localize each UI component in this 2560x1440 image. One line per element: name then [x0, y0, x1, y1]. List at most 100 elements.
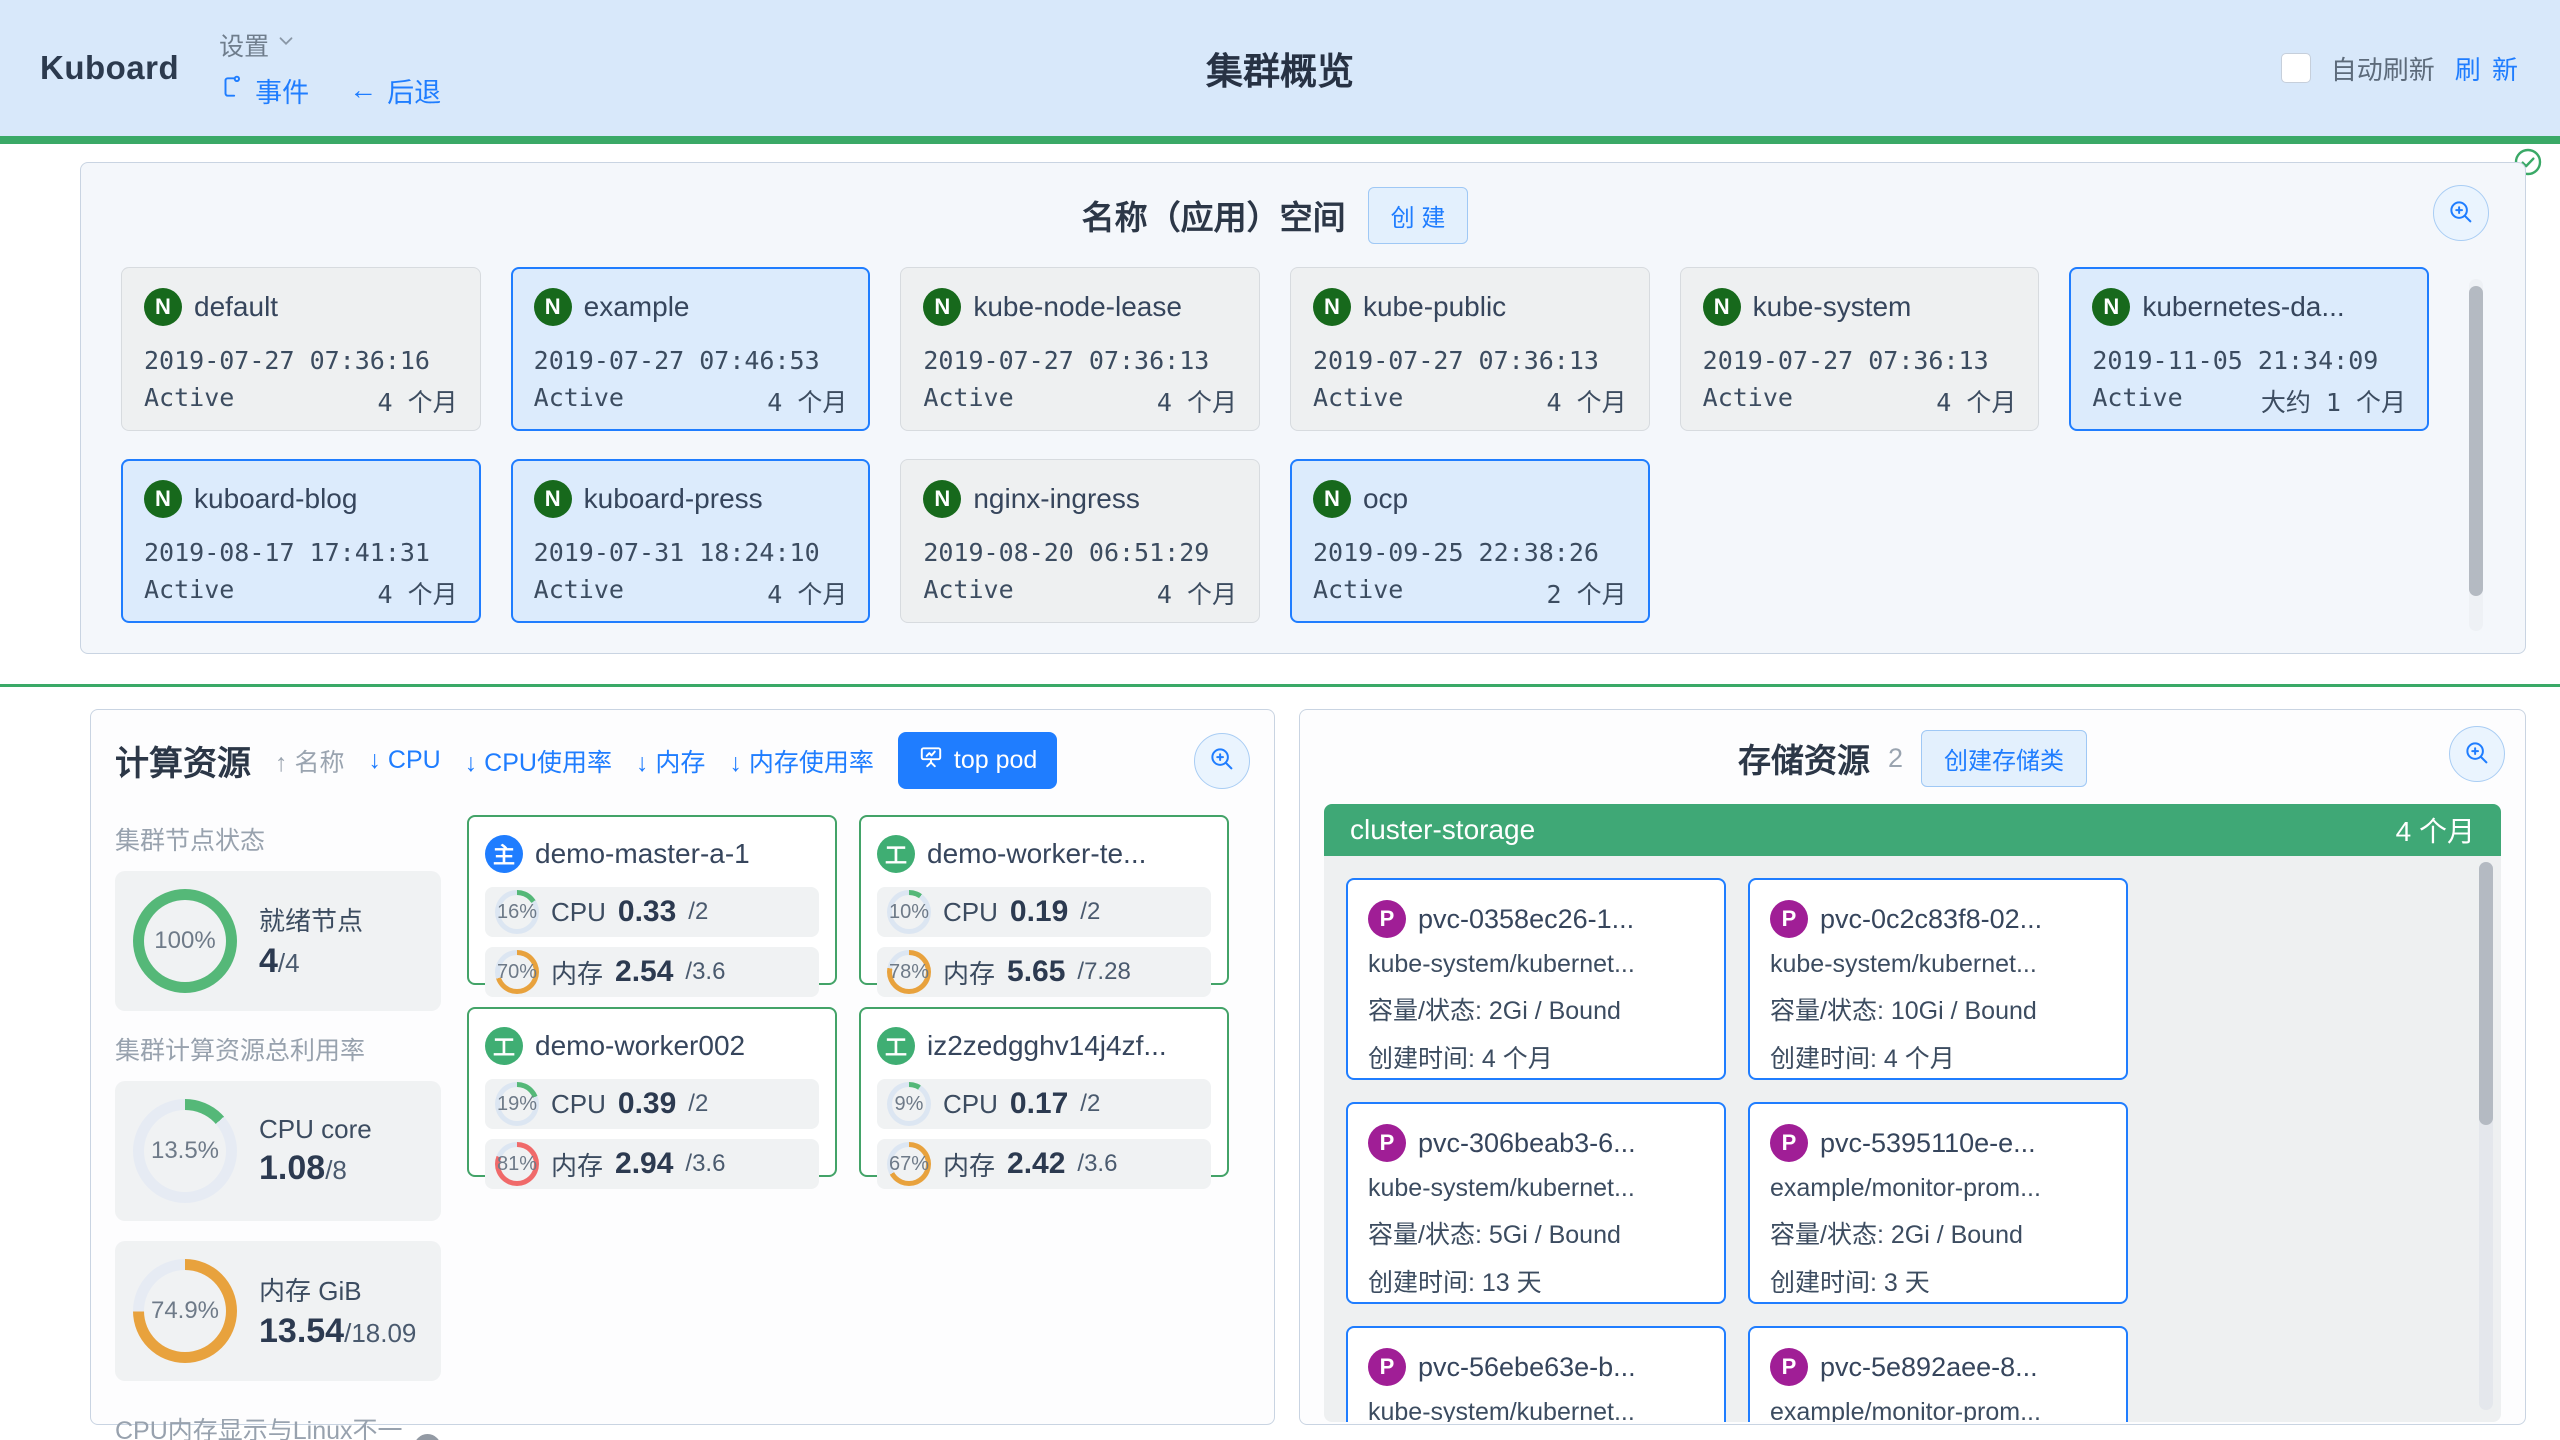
- magnifier-plus-icon: [2462, 738, 2492, 771]
- storage-scrollbar-thumb[interactable]: [2479, 862, 2493, 1125]
- settings-dropdown[interactable]: 设置: [219, 27, 441, 63]
- namespace-card[interactable]: N kubernetes-da... 2019-11-05 21:34:09 A…: [2069, 267, 2429, 431]
- auto-refresh-checkbox[interactable]: [2281, 53, 2311, 83]
- node-name: iz2zedgghv14j4zf...: [927, 1030, 1167, 1062]
- pvc-created-label: 创建时间:: [1368, 1045, 1475, 1073]
- compute-zoom-button[interactable]: [1194, 733, 1250, 789]
- node-card[interactable]: 工 demo-worker002 19% CPU 0.39 /2: [467, 1007, 837, 1177]
- refresh-button[interactable]: 刷 新: [2455, 50, 2520, 87]
- pvc-claim: kube-system/kubernet...: [1368, 1174, 1704, 1203]
- namespace-name: nginx-ingress: [973, 483, 1140, 515]
- node-cpu-percent: 19%: [495, 1082, 539, 1126]
- pvc-card[interactable]: P pvc-0c2c83f8-02... kube-system/kuberne…: [1748, 878, 2128, 1080]
- magnifier-plus-icon: [1207, 744, 1237, 777]
- node-memory-percent: 70%: [495, 950, 539, 994]
- back-link[interactable]: ← 后退: [349, 71, 441, 110]
- namespace-name: example: [584, 291, 690, 323]
- namespace-age: 大约 1 个月: [2261, 383, 2406, 419]
- pvc-card[interactable]: P pvc-5e892aee-8... example/monitor-prom…: [1748, 1326, 2128, 1422]
- namespace-created: 2019-09-25 22:38:26: [1313, 538, 1627, 567]
- pvc-badge-icon: P: [1368, 1124, 1406, 1162]
- namespace-card[interactable]: N kube-public 2019-07-27 07:36:13 Active…: [1290, 267, 1650, 431]
- node-memory-donut: 78%: [887, 950, 931, 994]
- back-arrow-icon: ←: [349, 74, 377, 106]
- node-card[interactable]: 工 iz2zedgghv14j4zf... 9% CPU 0.17 /: [859, 1007, 1229, 1177]
- ready-nodes-value: 4: [259, 942, 278, 980]
- storage-header: 存储资源 2 创建存储类: [1324, 730, 2501, 786]
- node-cpu-label: CPU: [551, 1089, 606, 1120]
- sort-link[interactable]: ↓ CPU使用率: [465, 743, 612, 779]
- events-link[interactable]: 事件: [219, 71, 309, 110]
- node-card[interactable]: 主 demo-master-a-1 16% CPU 0.33 /2: [467, 815, 837, 985]
- namespace-card[interactable]: N ocp 2019-09-25 22:38:26 Active 2 个月: [1290, 459, 1650, 623]
- namespaces-scrollbar-thumb[interactable]: [2469, 286, 2483, 596]
- namespace-badge-icon: N: [534, 480, 572, 518]
- node-role-icon: 工: [877, 1027, 915, 1065]
- node-cpu-percent: 10%: [887, 890, 931, 934]
- create-namespace-button[interactable]: 创 建: [1368, 187, 1469, 244]
- namespaces-zoom-button[interactable]: [2433, 185, 2489, 241]
- top-pod-button[interactable]: top pod: [898, 732, 1057, 789]
- node-cpu-percent: 16%: [495, 890, 539, 934]
- magnifier-plus-icon: [2446, 197, 2476, 230]
- node-memory-percent: 81%: [495, 1142, 539, 1186]
- storageclass-bar[interactable]: cluster-storage 4 个月: [1324, 804, 2501, 856]
- namespaces-header: 名称（应用）空间 创 建: [121, 187, 2429, 243]
- namespace-badge-icon: N: [144, 480, 182, 518]
- namespace-created: 2019-07-27 07:36:13: [1313, 346, 1627, 375]
- namespace-badge-icon: N: [923, 480, 961, 518]
- sort-link[interactable]: ↓ CPU: [368, 746, 440, 775]
- settings-label: 设置: [219, 27, 269, 63]
- sort-link[interactable]: ↓ 内存使用率: [729, 743, 873, 779]
- help-note-link[interactable]: CPU内存显示与Linux不一致 ?: [115, 1411, 441, 1440]
- node-memory-percent: 78%: [887, 950, 931, 994]
- namespace-name: kuboard-blog: [194, 483, 357, 515]
- pvc-badge-icon: P: [1368, 1348, 1406, 1386]
- pvc-card[interactable]: P pvc-56ebe63e-b... kube-system/kubernet…: [1346, 1326, 1726, 1422]
- node-cpu-percent: 9%: [887, 1082, 931, 1126]
- pvc-capacity-label: 容量/状态:: [1770, 997, 1884, 1025]
- storage-scrollbar: [2479, 862, 2493, 1410]
- pvc-badge-icon: P: [1368, 900, 1406, 938]
- namespace-status: Active: [1313, 383, 1403, 419]
- pvc-card[interactable]: P pvc-0358ec26-1... kube-system/kubernet…: [1346, 878, 1726, 1080]
- namespace-created: 2019-08-17 17:41:31: [144, 538, 458, 567]
- create-storageclass-button[interactable]: 创建存储类: [1921, 730, 2087, 787]
- namespace-card[interactable]: N default 2019-07-27 07:36:16 Active 4 个…: [121, 267, 481, 431]
- node-memory-donut: 70%: [495, 950, 539, 994]
- pvc-card[interactable]: P pvc-5395110e-e... example/monitor-prom…: [1748, 1102, 2128, 1304]
- namespace-card[interactable]: N kuboard-press 2019-07-31 18:24:10 Acti…: [511, 459, 871, 623]
- namespace-name: kubernetes-da...: [2142, 291, 2344, 323]
- pvc-claim: example/monitor-prom...: [1770, 1174, 2106, 1203]
- chevron-down-icon: [275, 30, 297, 59]
- cpu-total: /8: [325, 1155, 347, 1185]
- node-memory-donut: 67%: [887, 1142, 931, 1186]
- node-memory-label: 内存: [943, 1146, 995, 1183]
- namespace-age: 4 个月: [1157, 575, 1237, 611]
- pvc-claim: kube-system/kubernet...: [1770, 950, 2106, 979]
- pvc-card[interactable]: P pvc-306beab3-6... kube-system/kubernet…: [1346, 1102, 1726, 1304]
- storage-zoom-button[interactable]: [2449, 726, 2505, 782]
- node-card[interactable]: 工 demo-worker-te... 10% CPU 0.19 /2: [859, 815, 1229, 985]
- namespace-status: Active: [2092, 383, 2182, 419]
- node-memory-label: 内存: [551, 954, 603, 991]
- node-memory-metric: 81% 内存 2.94 /3.6: [485, 1139, 819, 1189]
- namespace-card[interactable]: N kuboard-blog 2019-08-17 17:41:31 Activ…: [121, 459, 481, 623]
- namespaces-panel: 名称（应用）空间 创 建 N default 2019-07-27 07:36:…: [80, 162, 2526, 654]
- namespace-created: 2019-11-05 21:34:09: [2092, 346, 2406, 375]
- namespace-card[interactable]: N example 2019-07-27 07:46:53 Active 4 个…: [511, 267, 871, 431]
- sort-controls: ↑ 名称 ↓ CPU ↓ CPU使用率 ↓ 内存 ↓ 内存使用率: [275, 743, 874, 779]
- namespace-card-grid: N default 2019-07-27 07:36:16 Active 4 个…: [121, 267, 2429, 623]
- namespace-card[interactable]: N nginx-ingress 2019-08-20 06:51:29 Acti…: [900, 459, 1260, 623]
- namespace-badge-icon: N: [2092, 288, 2130, 326]
- namespace-badge-icon: N: [923, 288, 961, 326]
- node-cpu-metric: 9% CPU 0.17 /2: [877, 1079, 1211, 1129]
- namespace-age: 4 个月: [767, 575, 847, 611]
- namespace-card[interactable]: N kube-node-lease 2019-07-27 07:36:13 Ac…: [900, 267, 1260, 431]
- node-memory-total: /3.6: [685, 1150, 725, 1178]
- sort-link[interactable]: ↓ 内存: [636, 743, 705, 779]
- sort-label: CPU: [388, 746, 441, 774]
- sort-link[interactable]: ↑ 名称: [275, 743, 344, 779]
- namespace-card[interactable]: N kube-system 2019-07-27 07:36:13 Active…: [1680, 267, 2040, 431]
- back-label: 后退: [387, 71, 441, 110]
